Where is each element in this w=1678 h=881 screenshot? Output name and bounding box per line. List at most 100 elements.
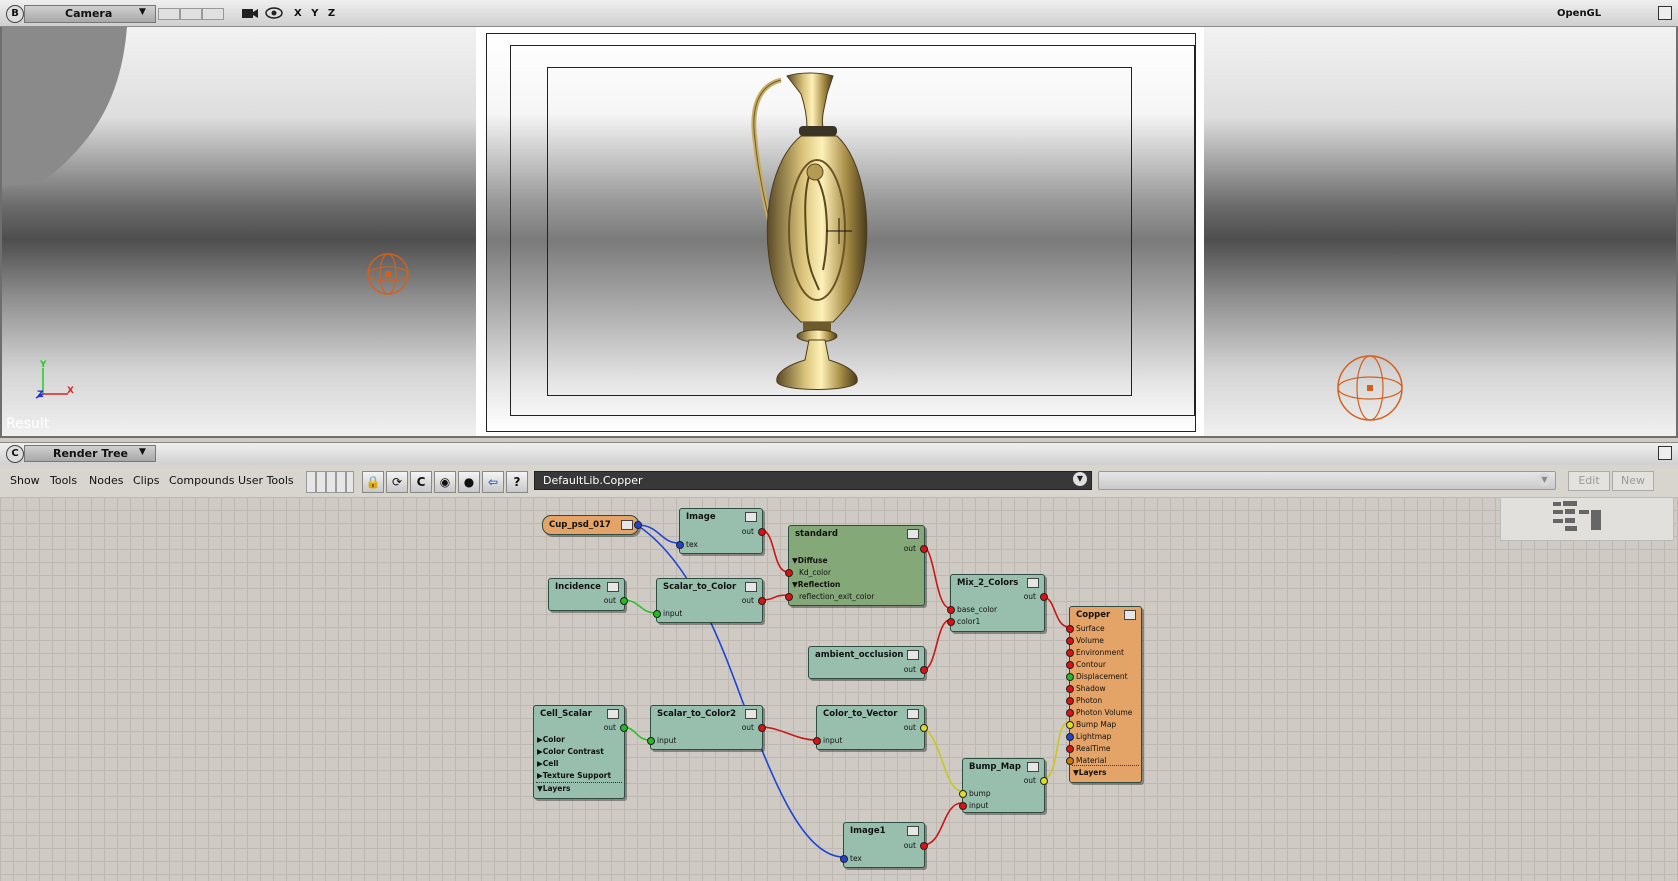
copper-port-label: Lightmap bbox=[1076, 732, 1112, 741]
copper-input-port[interactable] bbox=[1066, 721, 1074, 729]
parameter-group[interactable]: ▼Reflection bbox=[792, 580, 840, 589]
output-port[interactable] bbox=[758, 528, 766, 536]
node-title: Image1 bbox=[850, 826, 886, 836]
output-port[interactable] bbox=[620, 724, 628, 732]
port-label: out bbox=[741, 723, 754, 732]
output-port[interactable] bbox=[920, 666, 928, 674]
input-port[interactable] bbox=[676, 541, 684, 549]
copper-port-label: RealTime bbox=[1076, 744, 1111, 753]
parameter-group[interactable]: ▼Layers bbox=[1073, 768, 1107, 777]
input-port[interactable] bbox=[653, 610, 661, 618]
input-port[interactable] bbox=[647, 737, 655, 745]
port-label: out bbox=[741, 527, 754, 536]
node-title: Copper bbox=[1076, 610, 1111, 620]
node-menu-icon[interactable] bbox=[1027, 578, 1039, 588]
output-port[interactable] bbox=[920, 545, 928, 553]
node-bump-map[interactable]: Bump_Map out bump input bbox=[959, 758, 1048, 813]
parameter-group[interactable]: ▶Texture Support bbox=[537, 771, 611, 780]
port-label: out bbox=[741, 596, 754, 605]
input-port[interactable] bbox=[785, 593, 793, 601]
node-title: Bump_Map bbox=[969, 762, 1022, 772]
input-port[interactable] bbox=[840, 855, 848, 863]
input-port[interactable] bbox=[947, 606, 955, 614]
copper-input-port[interactable] bbox=[1066, 625, 1074, 633]
copper-port-label: Displacement bbox=[1076, 672, 1128, 681]
node-menu-icon[interactable] bbox=[907, 529, 919, 539]
input-port[interactable] bbox=[959, 790, 967, 798]
node-title: Image bbox=[686, 512, 716, 522]
copper-input-port[interactable] bbox=[1066, 757, 1074, 765]
copper-input-port[interactable] bbox=[1066, 649, 1074, 657]
node-title: Cup_psd_017 bbox=[549, 520, 611, 530]
input-port[interactable] bbox=[813, 737, 821, 745]
copper-input-port[interactable] bbox=[1066, 673, 1074, 681]
copper-port-label: Material bbox=[1076, 756, 1107, 765]
output-port[interactable] bbox=[920, 724, 928, 732]
node-cup-psd[interactable]: Cup_psd_017 bbox=[542, 515, 642, 535]
copper-input-port[interactable] bbox=[1066, 733, 1074, 741]
input-port[interactable] bbox=[959, 802, 967, 810]
port-label: out bbox=[903, 544, 916, 553]
node-standard[interactable]: standard out ▼Diffuse Kd_color ▼Reflecti… bbox=[785, 525, 928, 606]
node-copper-material[interactable]: Copper Surface Volume Environment Contour Di… bbox=[1066, 606, 1142, 783]
node-title: standard bbox=[795, 529, 839, 539]
output-port[interactable] bbox=[634, 521, 642, 529]
node-scalar-to-color[interactable]: Scalar_to_Color out input bbox=[653, 578, 766, 623]
parameter-group[interactable]: ▶Color Contrast bbox=[537, 747, 604, 756]
copper-input-port[interactable] bbox=[1066, 685, 1074, 693]
output-port[interactable] bbox=[758, 724, 766, 732]
node-menu-icon[interactable] bbox=[745, 709, 757, 719]
port-label: base_color bbox=[957, 605, 998, 614]
parameter-group[interactable]: ▶Cell bbox=[537, 759, 559, 768]
node-title: ambient_occlusion bbox=[815, 650, 904, 660]
node-menu-icon[interactable] bbox=[745, 512, 757, 522]
port-label: color1 bbox=[957, 617, 981, 626]
parameter-group[interactable]: ▼Diffuse bbox=[792, 556, 828, 565]
output-port[interactable] bbox=[758, 597, 766, 605]
copper-input-port[interactable] bbox=[1066, 709, 1074, 717]
copper-port-label: Volume bbox=[1076, 636, 1104, 645]
node-menu-icon[interactable] bbox=[907, 709, 919, 719]
copper-input-port[interactable] bbox=[1066, 697, 1074, 705]
node-menu-icon[interactable] bbox=[607, 709, 619, 719]
port-label: input bbox=[663, 609, 683, 618]
node-scalar-to-color2[interactable]: Scalar_to_Color2 out input bbox=[647, 705, 766, 750]
port-label: tex bbox=[850, 854, 862, 863]
copper-port-label: Photon bbox=[1076, 696, 1103, 705]
input-port[interactable] bbox=[947, 618, 955, 626]
node-menu-icon[interactable] bbox=[907, 826, 919, 836]
node-menu-icon[interactable] bbox=[621, 520, 633, 530]
copper-input-port[interactable] bbox=[1066, 745, 1074, 753]
port-label: out bbox=[1023, 776, 1036, 785]
node-title: Mix_2_Colors bbox=[957, 578, 1019, 588]
input-port[interactable] bbox=[785, 569, 793, 577]
output-port[interactable] bbox=[1040, 593, 1048, 601]
node-color-to-vector[interactable]: Color_to_Vector out input bbox=[813, 705, 928, 750]
parameter-group[interactable]: ▼Layers bbox=[537, 784, 571, 793]
node-menu-icon[interactable] bbox=[745, 582, 757, 592]
copper-input-port[interactable] bbox=[1066, 661, 1074, 669]
node-mix-2-colors[interactable]: Mix_2_Colors out base_color color1 bbox=[947, 574, 1048, 632]
copper-input-port[interactable] bbox=[1066, 637, 1074, 645]
port-label: input bbox=[823, 736, 843, 745]
node-title: Incidence bbox=[555, 582, 601, 592]
port-label: out bbox=[603, 723, 616, 732]
node-title: Color_to_Vector bbox=[823, 709, 898, 719]
node-cell-scalar[interactable]: Cell_Scalar out ▶Color ▶Color Contrast ▶… bbox=[533, 705, 628, 799]
output-port[interactable] bbox=[1040, 777, 1048, 785]
port-label: out bbox=[1023, 592, 1036, 601]
node-image[interactable]: Image out tex bbox=[676, 508, 766, 554]
parameter-group[interactable]: ▶Color bbox=[537, 735, 565, 744]
copper-port-label: Contour bbox=[1076, 660, 1106, 669]
node-image1[interactable]: Image1 out tex bbox=[840, 822, 928, 868]
port-label: tex bbox=[686, 540, 698, 549]
node-ambient-occlusion[interactable]: ambient_occlusion out bbox=[808, 646, 928, 679]
node-title: Scalar_to_Color bbox=[663, 582, 737, 592]
node-menu-icon[interactable] bbox=[907, 650, 919, 660]
node-menu-icon[interactable] bbox=[1027, 762, 1039, 772]
node-incidence[interactable]: Incidence out bbox=[548, 578, 628, 611]
node-menu-icon[interactable] bbox=[1124, 610, 1136, 620]
output-port[interactable] bbox=[920, 842, 928, 850]
node-menu-icon[interactable] bbox=[607, 582, 619, 592]
output-port[interactable] bbox=[620, 597, 628, 605]
